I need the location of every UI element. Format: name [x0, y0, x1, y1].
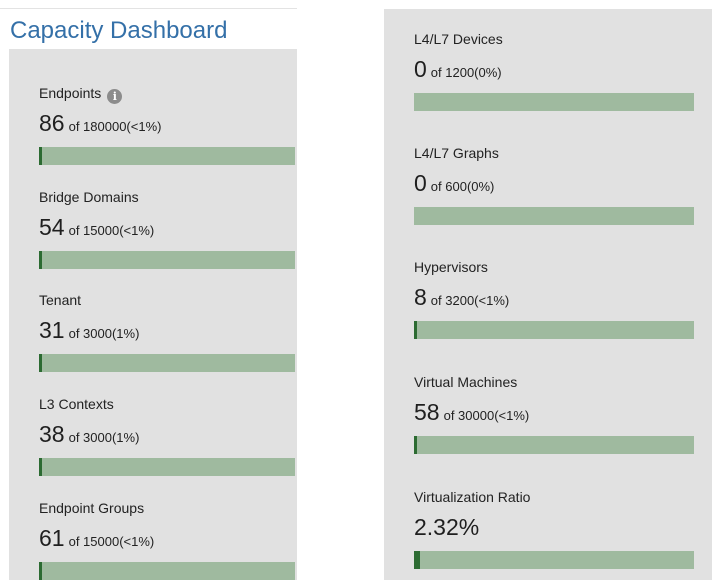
capacity-bar [39, 562, 295, 580]
metric-virtual-machines: Virtual Machines 58 of 30000(<1%) [384, 374, 712, 474]
metric-virtualization-ratio: Virtualization Ratio 2.32% [384, 489, 712, 580]
metric-detail: of 15000(<1%) [68, 223, 155, 238]
metric-label: L4/L7 Graphs [414, 145, 499, 161]
metric-value: 0 [414, 56, 427, 82]
metric-l3-contexts: L3 Contexts 38 of 3000(1%) [9, 396, 297, 496]
metric-detail: of 15000(<1%) [68, 534, 155, 549]
metric-detail: of 600(0%) [430, 179, 495, 194]
capacity-bar-fill [39, 562, 42, 580]
metric-value: 86 [39, 110, 65, 136]
metric-label: L4/L7 Devices [414, 31, 503, 47]
metric-detail: of 3000(1%) [68, 326, 140, 341]
capacity-bar-fill [414, 551, 420, 569]
metric-bridge-domains: Bridge Domains 54 of 15000(<1%) [9, 189, 297, 289]
metric-detail: of 1200(0%) [430, 65, 502, 80]
capacity-bar [414, 207, 694, 225]
metric-detail: of 3200(<1%) [430, 293, 510, 308]
capacity-bar [414, 93, 694, 111]
metric-value: 38 [39, 421, 65, 447]
metric-label: Tenant [39, 292, 82, 308]
capacity-panel-left: Endpoints i 86 of 180000(<1%) Bridge Domai… [9, 49, 297, 580]
metric-label: Endpoint Groups [39, 500, 145, 516]
metric-value: 61 [39, 525, 65, 551]
metric-endpoint-groups: Endpoint Groups 61 of 15000(<1%) [9, 500, 297, 580]
capacity-bar [414, 321, 694, 339]
metric-label: Bridge Domains [39, 189, 139, 205]
capacity-bar [39, 458, 295, 476]
info-icon[interactable]: i [107, 89, 123, 104]
metric-value: 58 [414, 399, 440, 425]
capacity-bar [414, 436, 694, 454]
capacity-bar-fill [414, 436, 417, 454]
metric-label: Virtual Machines [414, 374, 518, 390]
metric-l4l7-devices: L4/L7 Devices 0 of 1200(0%) [384, 31, 712, 131]
capacity-bar [39, 147, 295, 165]
metric-tenant: Tenant 31 of 3000(1%) [9, 292, 297, 392]
metric-endpoints: Endpoints i 86 of 180000(<1%) [9, 85, 297, 185]
metric-hypervisors: Hypervisors 8 of 3200(<1%) [384, 259, 712, 359]
capacity-bar-fill [39, 251, 42, 269]
metric-label: Virtualization Ratio [414, 489, 531, 505]
metric-value: 0 [414, 170, 427, 196]
page-title: Capacity Dashboard [10, 17, 228, 44]
metric-l4l7-graphs: L4/L7 Graphs 0 of 600(0%) [384, 145, 712, 245]
metric-label: Hypervisors [414, 259, 488, 275]
capacity-bar [414, 551, 694, 569]
metric-detail: of 3000(1%) [68, 430, 140, 445]
capacity-bar-fill [39, 458, 42, 476]
metric-label: Endpoints [39, 85, 102, 101]
capacity-bar-fill [39, 147, 42, 165]
capacity-bar [39, 354, 295, 372]
metric-value: 54 [39, 214, 65, 240]
metric-value: 8 [414, 284, 427, 310]
capacity-panel-right: L4/L7 Devices 0 of 1200(0%) L4/L7 Graphs … [384, 9, 712, 580]
capacity-bar-fill [414, 321, 417, 339]
metric-detail: of 30000(<1%) [443, 408, 530, 423]
metric-value: 2.32% [414, 514, 480, 540]
dashboard-header: Capacity Dashboard [0, 8, 297, 49]
capacity-bar [39, 251, 295, 269]
metric-detail: of 180000(<1%) [68, 119, 162, 134]
metric-label: L3 Contexts [39, 396, 114, 412]
capacity-bar-fill [39, 354, 42, 372]
metric-value: 31 [39, 317, 65, 343]
